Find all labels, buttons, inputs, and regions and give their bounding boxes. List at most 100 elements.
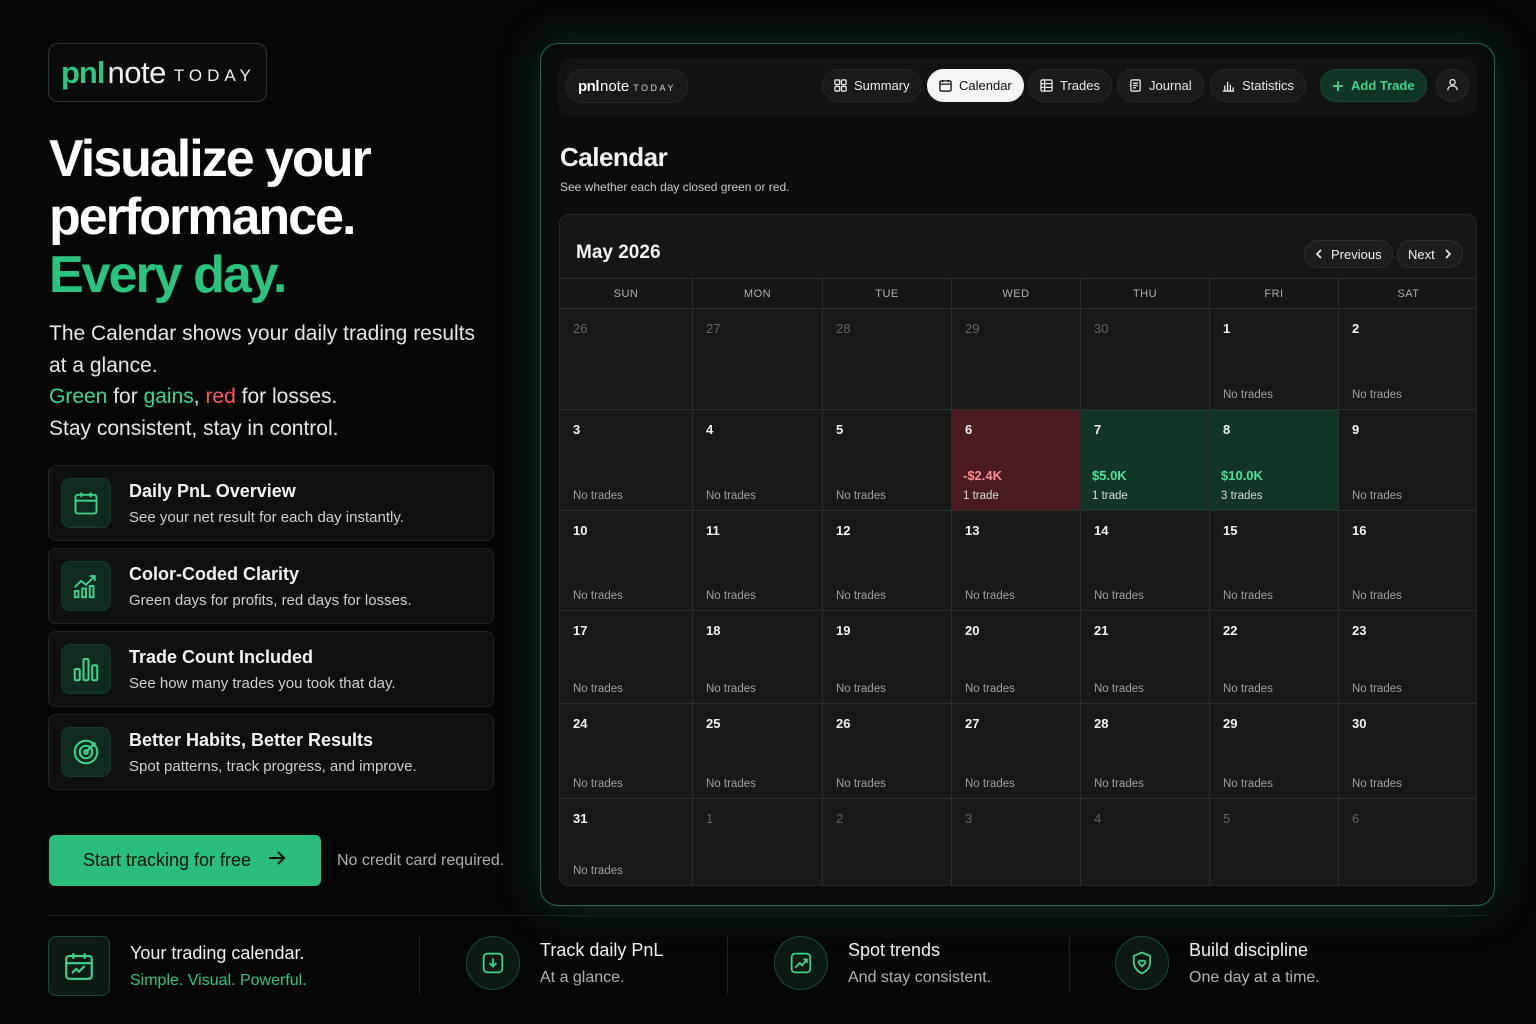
weekday-label: THU [1081, 279, 1210, 308]
desc-for-2: for losses. [235, 385, 338, 408]
calendar-day-cell[interactable]: 12 No trades [823, 511, 952, 610]
calendar-day-cell[interactable]: 27 [693, 309, 823, 409]
calendar-day-cell[interactable]: 2 [823, 799, 952, 885]
calendar-day-cell[interactable]: 15 No trades [1210, 511, 1339, 610]
app-logo[interactable]: pnl note TODAY [566, 69, 688, 103]
calendar-day-cell[interactable]: 17 No trades [560, 611, 693, 703]
calendar-day-cell[interactable]: 13 No trades [952, 511, 1081, 610]
calendar-day-cell[interactable]: 8 $10.0K 3 trades [1210, 410, 1339, 510]
no-trades-label: No trades [965, 683, 1015, 695]
calendar-day-cell[interactable]: 22 No trades [1210, 611, 1339, 703]
day-number: 7 [1094, 422, 1102, 437]
next-button[interactable]: Next [1397, 240, 1463, 268]
no-trades-label: No trades [573, 590, 623, 602]
calendar-day-cell[interactable]: 4 No trades [693, 410, 823, 510]
no-trades-label: No trades [573, 778, 623, 790]
calendar-day-cell[interactable]: 25 No trades [693, 704, 823, 798]
hero-line-3: Every day. [49, 246, 287, 304]
chevron-right-icon [1444, 249, 1452, 259]
day-number: 3 [573, 422, 581, 437]
desc-for-1: for [107, 385, 144, 408]
day-number: 26 [836, 716, 851, 731]
no-credit-card-note: No credit card required. [337, 852, 505, 869]
calendar-day-cell[interactable]: 6 -$2.4K 1 trade [952, 410, 1081, 510]
bottom-item-subtitle: One day at a time. [1189, 968, 1320, 986]
nav-summary[interactable]: Summary [822, 69, 922, 102]
day-pnl-value: $5.0K [1092, 468, 1127, 483]
calendar-day-cell[interactable]: 3 [952, 799, 1081, 885]
no-trades-label: No trades [965, 590, 1015, 602]
target-icon [61, 727, 111, 777]
calendar-day-cell[interactable]: 24 No trades [560, 704, 693, 798]
app-window: pnl note TODAY Summary Calendar Trades J… [540, 43, 1495, 906]
previous-button[interactable]: Previous [1304, 240, 1393, 268]
no-trades-label: No trades [706, 490, 756, 502]
calendar-day-cell[interactable]: 23 No trades [1339, 611, 1476, 703]
day-pnl-value: -$2.4K [963, 468, 1003, 483]
no-trades-label: No trades [1094, 683, 1144, 695]
calendar-day-cell[interactable]: 5 No trades [823, 410, 952, 510]
day-number: 30 [1352, 716, 1367, 731]
bar-chart-icon [61, 644, 111, 694]
calendar-day-cell[interactable]: 21 No trades [1081, 611, 1210, 703]
calendar-day-cell[interactable]: 20 No trades [952, 611, 1081, 703]
brand-logo[interactable]: pnl note TODAY [48, 43, 267, 102]
nav-trades[interactable]: Trades [1028, 69, 1112, 102]
calendar-day-cell[interactable]: 6 [1339, 799, 1476, 885]
nav-statistics[interactable]: Statistics [1210, 69, 1307, 102]
no-trades-label: No trades [706, 683, 756, 695]
no-trades-label: No trades [836, 683, 886, 695]
trend-chart-icon [61, 561, 111, 611]
start-tracking-button[interactable]: Start tracking for free [49, 835, 321, 886]
calendar-day-cell[interactable]: 16 No trades [1339, 511, 1476, 610]
calendar-day-cell[interactable]: 31 No trades [560, 799, 693, 885]
bottom-item-title: Your trading calendar. [130, 942, 305, 963]
add-trade-button[interactable]: Add Trade [1320, 69, 1427, 102]
bottom-item: Your trading calendar. Simple. Visual. P… [48, 936, 307, 996]
chevron-left-icon [1315, 249, 1323, 259]
calendar-day-cell[interactable]: 11 No trades [693, 511, 823, 610]
calendar-day-cell[interactable]: 30 [1081, 309, 1210, 409]
feature-title: Trade Count Included [129, 646, 314, 667]
calendar-day-cell[interactable]: 9 No trades [1339, 410, 1476, 510]
calendar-day-cell[interactable]: 30 No trades [1339, 704, 1476, 798]
logo-today: TODAY [173, 65, 256, 85]
calendar-week-row: 31 No trades 1 2 3 4 5 6 [560, 799, 1476, 885]
calendar-day-cell[interactable]: 10 No trades [560, 511, 693, 610]
calendar-day-cell[interactable]: 5 [1210, 799, 1339, 885]
calendar-day-cell[interactable]: 29 [952, 309, 1081, 409]
bottom-item-subtitle: At a glance. [540, 968, 625, 986]
day-number: 29 [1223, 716, 1238, 731]
calendar-day-cell[interactable]: 26 [560, 309, 693, 409]
user-menu-button[interactable] [1436, 69, 1469, 102]
calendar-day-cell[interactable]: 7 $5.0K 1 trade [1081, 410, 1210, 510]
day-pnl-value: $10.0K [1221, 468, 1263, 483]
nav-journal[interactable]: Journal [1117, 69, 1204, 102]
calendar-day-cell[interactable]: 2 No trades [1339, 309, 1476, 409]
calendar-day-cell[interactable]: 26 No trades [823, 704, 952, 798]
no-trades-label: No trades [1352, 490, 1402, 502]
calendar-day-cell[interactable]: 28 [823, 309, 952, 409]
calendar-day-cell[interactable]: 3 No trades [560, 410, 693, 510]
day-number: 1 [706, 811, 714, 826]
calendar-day-cell[interactable]: 28 No trades [1081, 704, 1210, 798]
calendar-day-cell[interactable]: 1 [693, 799, 823, 885]
journal-icon [1129, 79, 1142, 92]
calendar-day-cell[interactable]: 29 No trades [1210, 704, 1339, 798]
nav-label: Calendar [959, 78, 1012, 93]
calendar-week-row: 26 27 28 29 30 1 No trades 2 No trades [560, 309, 1476, 410]
day-number: 4 [1094, 811, 1102, 826]
no-trades-label: No trades [706, 590, 756, 602]
calendar-day-cell[interactable]: 1 No trades [1210, 309, 1339, 409]
calendar-day-cell[interactable]: 18 No trades [693, 611, 823, 703]
bottom-separator [419, 936, 420, 994]
calendar-day-cell[interactable]: 4 [1081, 799, 1210, 885]
calendar-day-cell[interactable]: 14 No trades [1081, 511, 1210, 610]
day-number: 10 [573, 523, 588, 538]
no-trades-label: No trades [1094, 590, 1144, 602]
calendar-week-row: 17 No trades 18 No trades 19 No trades 20 No tr… [560, 611, 1476, 704]
calendar-day-cell[interactable]: 19 No trades [823, 611, 952, 703]
calendar-day-cell[interactable]: 27 No trades [952, 704, 1081, 798]
calendar-icon [939, 79, 952, 92]
nav-calendar[interactable]: Calendar [927, 69, 1024, 102]
